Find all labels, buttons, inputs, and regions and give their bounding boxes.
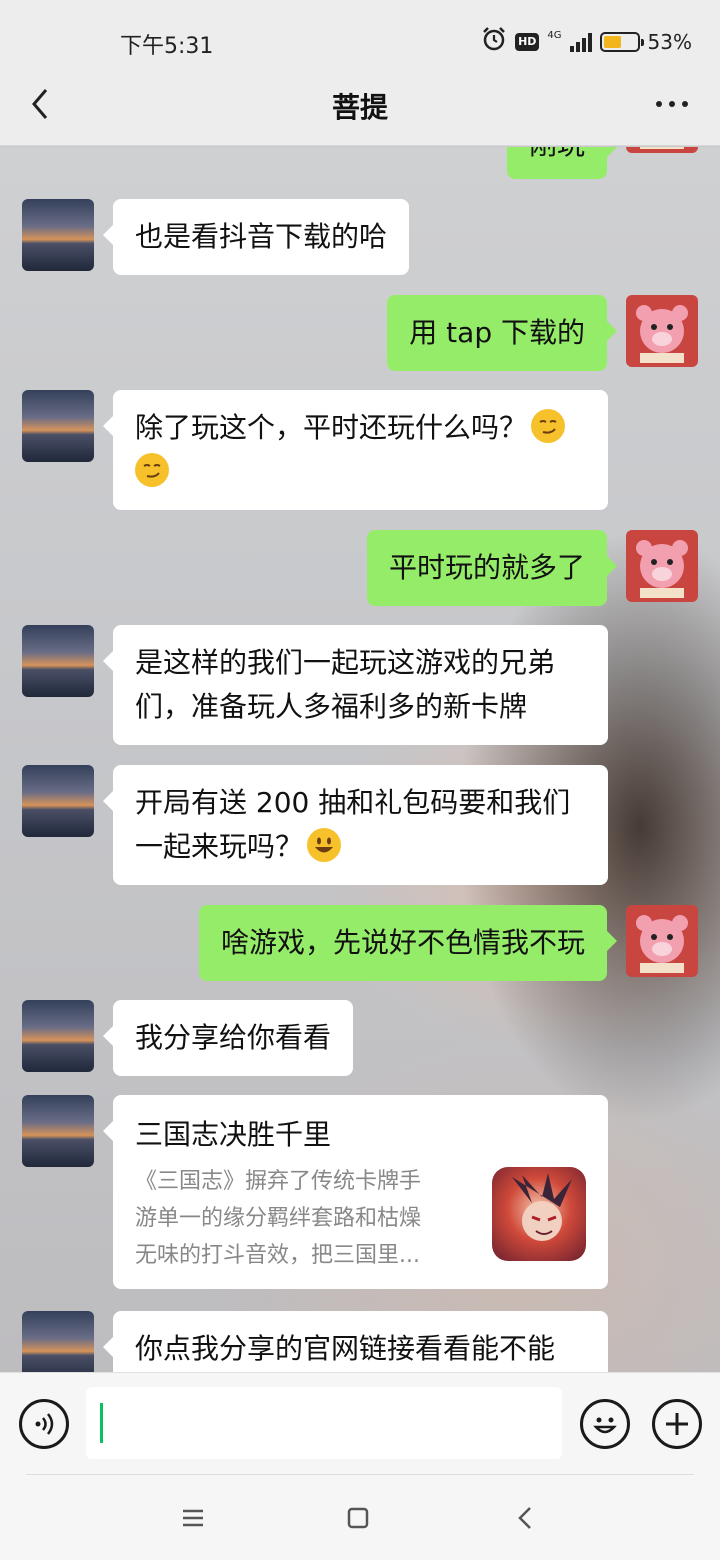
contact-avatar[interactable]	[22, 1311, 94, 1372]
grin-emoji-icon	[307, 828, 342, 862]
status-time: 下午5:31	[120, 34, 214, 59]
message-text: 们，准备玩人多福利多的新卡牌	[135, 690, 528, 723]
emoji-button[interactable]	[580, 1399, 630, 1449]
my-avatar[interactable]	[626, 530, 698, 602]
message-text: 除了玩这个，平时还玩什么吗？	[135, 411, 528, 444]
contact-avatar[interactable]	[22, 765, 94, 837]
status-icons: HD 4G 53%	[481, 26, 692, 57]
message-text: 开局有送 200 抽和礼包码要和我们	[135, 786, 571, 819]
my-avatar[interactable]	[626, 905, 698, 977]
message-bubble-received[interactable]: 我分享给你看看	[102, 1000, 354, 1076]
home-square-icon	[347, 1507, 369, 1529]
more-functions-button[interactable]	[652, 1399, 702, 1449]
message-bubble-sent[interactable]: 刚玩	[506, 147, 618, 179]
message-input[interactable]	[86, 1387, 562, 1459]
nav-menu-button[interactable]	[171, 1496, 215, 1540]
battery-percent: 53%	[647, 29, 692, 54]
network-type: 4G	[547, 29, 562, 41]
share-card-title: 三国志决胜千里	[135, 1118, 332, 1151]
chat-title: 菩提	[331, 91, 388, 124]
message-bubble-received[interactable]: 也是看抖音下载的哈	[102, 199, 410, 275]
share-card-description: 《三国志》摒弃了传统卡牌手 游单一的缘分羁绊套路和枯燥 无味的打斗音效，把三国里…	[135, 1169, 422, 1268]
message-text: 一起来玩吗？	[135, 830, 304, 863]
smirk-emoji-icon	[135, 453, 169, 487]
my-avatar[interactable]	[626, 147, 698, 153]
more-dots-icon	[656, 101, 662, 107]
nav-back-icon	[518, 1507, 531, 1529]
alarm-icon	[481, 26, 507, 57]
message-bubble-received[interactable]: 你点我分享的官网链接看看能不能	[103, 1311, 608, 1372]
battery-icon	[599, 31, 644, 52]
menu-lines-icon	[183, 1509, 203, 1527]
hd-badge: HD	[515, 32, 540, 51]
text-caret	[100, 1403, 103, 1443]
message-bubble-sent[interactable]: 用 tap 下载的	[387, 295, 617, 371]
system-nav-bar	[0, 1474, 720, 1560]
voice-button[interactable]	[19, 1399, 69, 1449]
smirk-emoji-icon	[531, 409, 566, 443]
battery-fill	[603, 35, 621, 48]
voice-icon	[35, 1413, 54, 1435]
shared-link-card[interactable]: 三国志决胜千里 《三国志》摒弃了传统卡牌手 游单一的缘分羁绊套路和枯燥 无味的打…	[103, 1095, 608, 1289]
message-bubble-sent[interactable]: 啥游戏，先说好不色情我不玩	[198, 905, 618, 981]
nav-divider	[26, 1474, 694, 1475]
input-bar	[0, 1372, 720, 1474]
contact-avatar[interactable]	[22, 1095, 94, 1167]
contact-avatar[interactable]	[22, 1000, 94, 1072]
contact-avatar[interactable]	[22, 390, 94, 462]
signal-icon	[569, 32, 592, 52]
message-text: 是这样的我们一起玩这游戏的兄弟	[135, 646, 556, 679]
contact-avatar[interactable]	[22, 625, 94, 697]
chat-area[interactable]: 刚玩 也是看抖音下载的哈 用 tap 下载的 除了玩这个，平时还玩什么吗？ 平时…	[0, 147, 720, 1372]
message-bubble-received[interactable]: 开局有送 200 抽和礼包码要和我们 一起来玩吗？	[103, 765, 608, 885]
more-button[interactable]	[650, 90, 694, 118]
my-avatar[interactable]	[626, 295, 698, 367]
emoji-smile-icon	[593, 1417, 617, 1434]
plus-icon	[666, 1413, 688, 1435]
nav-home-button[interactable]	[336, 1496, 380, 1540]
share-card-thumbnail	[492, 1167, 586, 1261]
message-bubble-received[interactable]: 是这样的我们一起玩这游戏的兄弟 们，准备玩人多福利多的新卡牌	[103, 625, 608, 745]
nav-back-button[interactable]	[503, 1496, 547, 1540]
message-bubble-sent[interactable]: 平时玩的就多了	[366, 530, 618, 606]
message-bubble-received[interactable]: 除了玩这个，平时还玩什么吗？	[103, 390, 608, 510]
contact-avatar[interactable]	[22, 199, 94, 271]
chat-header: 菩提	[0, 62, 720, 146]
